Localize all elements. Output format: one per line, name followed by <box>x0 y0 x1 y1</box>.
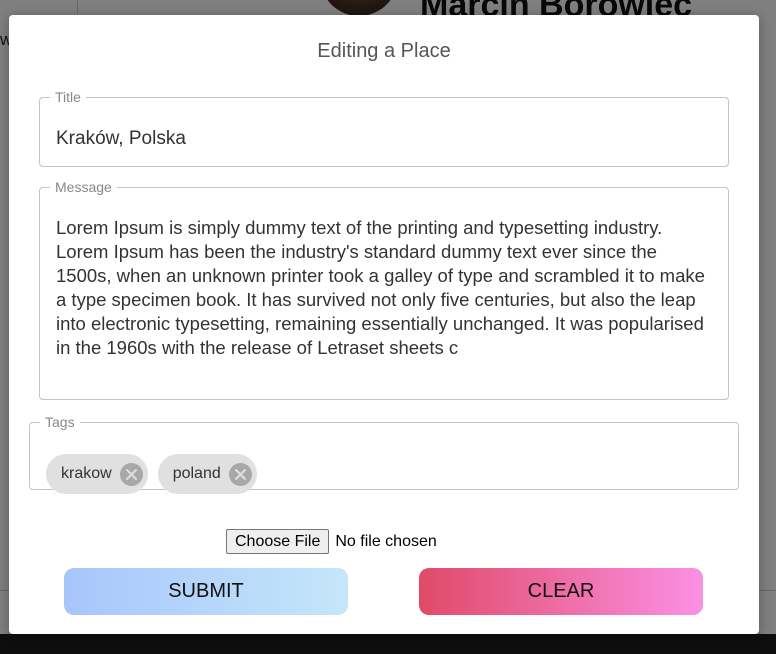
message-textarea[interactable]: Lorem Ipsum is simply dummy text of the … <box>56 216 716 360</box>
clear-button[interactable]: CLEAR <box>419 568 703 615</box>
title-field-label: Title <box>55 89 81 105</box>
tag-chip-poland[interactable]: poland <box>157 454 257 494</box>
message-field-label: Message <box>55 179 112 195</box>
file-input: Choose File No file chosen <box>226 529 437 554</box>
submit-button[interactable]: SUBMIT <box>64 568 348 615</box>
tag-chip-label: poland <box>172 465 221 482</box>
edit-place-modal: Editing a Place Title Kraków, Polska Mes… <box>9 15 759 634</box>
close-circle-icon[interactable] <box>119 462 143 486</box>
choose-file-button[interactable]: Choose File <box>226 529 330 554</box>
tag-chip-krakow[interactable]: krakow <box>46 454 148 494</box>
tags-field-label: Tags <box>45 414 75 430</box>
title-field[interactable]: Title Kraków, Polska <box>39 90 729 167</box>
file-status-text: No file chosen <box>335 532 437 550</box>
tag-chip-label: krakow <box>61 465 112 482</box>
tags-field[interactable]: Tags krakow poland <box>29 414 739 494</box>
title-input[interactable]: Kraków, Polska <box>56 128 186 150</box>
modal-title: Editing a Place <box>317 40 451 62</box>
close-circle-icon[interactable] <box>228 462 252 486</box>
tag-chips: krakow poland <box>46 454 257 494</box>
message-field[interactable]: Message Lorem Ipsum is simply dummy text… <box>39 180 729 400</box>
